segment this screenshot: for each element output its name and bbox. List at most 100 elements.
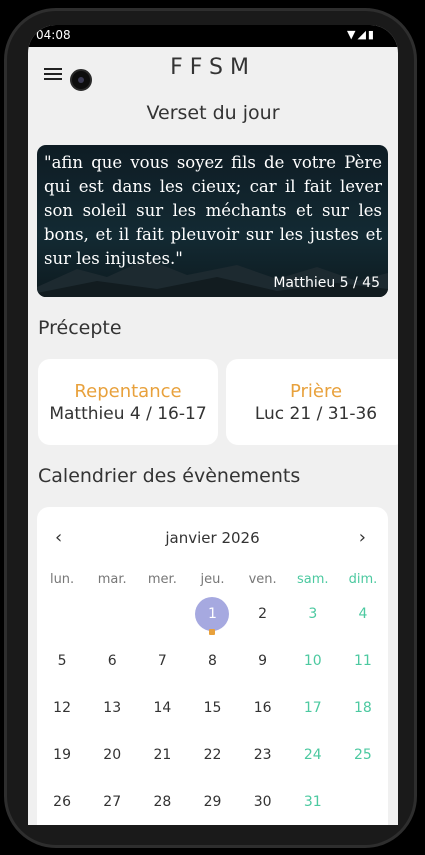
calendar-day[interactable]: 25: [338, 740, 388, 787]
calendar-widget: ‹ janvier 2026 › lun. mar. mer. jeu. ven. sam…: [37, 507, 388, 825]
calendar-weekday-row: lun. mar. mer. jeu. ven. sam. dim.: [37, 572, 388, 587]
calendar-day-number: 29: [203, 794, 222, 810]
calendar-month-label: janvier 2026: [165, 529, 260, 547]
precept-card[interactable]: Repentance Matthieu 4 / 16-17: [38, 359, 218, 445]
calendar-day[interactable]: 13: [87, 693, 137, 740]
calendar-day-number: 7: [157, 653, 167, 669]
calendar-day-number: 8: [208, 653, 217, 669]
verse-card[interactable]: "afin que vous soyez fils de votre Père …: [37, 145, 388, 297]
precept-card[interactable]: Prière Luc 21 / 31-36: [226, 359, 398, 445]
verse-section-title: Verset du jour: [146, 102, 280, 124]
calendar-day[interactable]: 15: [187, 693, 237, 740]
calendar-day[interactable]: 3: [288, 599, 338, 646]
calendar-day[interactable]: 4: [338, 599, 388, 646]
calendar-day-number: 6: [107, 653, 117, 669]
calendar-day[interactable]: 28: [137, 787, 187, 825]
calendar-day[interactable]: 5: [37, 646, 87, 693]
calendar-day-number: 19: [53, 747, 71, 763]
weekday-label: mar.: [97, 572, 127, 587]
weekday-label: ven.: [248, 572, 277, 587]
calendar-empty-cell: [87, 599, 137, 646]
weekday-label: sam.: [297, 572, 329, 587]
calendar-day-number: 11: [354, 653, 372, 669]
calendar-day-grid: 1 2 3 4 5 6 7 8 9 10 11 12 13 14 15 16 17 18 19 20 21 22 23 24 2…: [37, 597, 388, 825]
app-screen: 04:08 ▼◢▮ FFSM Verset du jour "afin que …: [28, 25, 398, 825]
calendar-day[interactable]: 22: [187, 740, 237, 787]
calendar-day-number: 24: [303, 747, 322, 763]
front-camera: [70, 69, 92, 91]
calendar-day[interactable]: 31: [288, 787, 338, 825]
calendar-day-number: 21: [153, 747, 172, 763]
precept-reference: Matthieu 4 / 16-17: [49, 404, 207, 424]
calendar-day[interactable]: 10: [288, 646, 338, 693]
calendar-week-row: 5 6 7 8 9 10 11: [37, 646, 388, 693]
calendar-day[interactable]: 1: [187, 597, 237, 646]
calendar-day-number: 4: [358, 606, 368, 622]
calendar-day-number: 18: [354, 700, 372, 716]
calendar-day[interactable]: 18: [338, 693, 388, 740]
precept-reference: Luc 21 / 31-36: [254, 404, 378, 424]
weekday-label: mer.: [147, 572, 177, 587]
calendar-day-number: 22: [203, 747, 222, 763]
calendar-day[interactable]: 7: [137, 646, 187, 693]
weekday-label: jeu.: [200, 572, 225, 587]
weekday-label: dim.: [348, 572, 378, 587]
calendar-day[interactable]: 17: [288, 693, 338, 740]
calendar-day-number: 23: [253, 747, 272, 763]
status-icons: ▼◢▮: [347, 28, 376, 41]
event-marker: [209, 629, 216, 635]
calendar-day-number: 15: [203, 700, 222, 716]
verse-text: "afin que vous soyez fils de votre Père …: [44, 153, 382, 268]
calendar-week-row: 1 2 3 4: [37, 597, 388, 646]
calendar-day-number: 9: [258, 653, 268, 669]
verse-reference: Matthieu 5 / 45: [273, 275, 380, 291]
calendar-day-number: 16: [253, 700, 272, 716]
precept-name: Prière: [289, 381, 343, 402]
calendar-week-row: 19 20 21 22 23 24 25: [37, 740, 388, 787]
calendar-day-number: 31: [303, 794, 322, 810]
calendar-day[interactable]: 8: [187, 646, 237, 693]
calendar-day-number: 12: [53, 700, 71, 716]
calendar-day-number: 27: [103, 794, 122, 810]
calendar-week-row: 12 13 14 15 16 17 18: [37, 693, 388, 740]
calendar-empty-cell: [338, 787, 388, 825]
calendar-section-title: Calendrier des évènements: [38, 465, 301, 487]
calendar-day[interactable]: 20: [87, 740, 137, 787]
calendar-day-number: 20: [103, 747, 122, 763]
calendar-day-number: 2: [258, 606, 268, 622]
calendar-day[interactable]: 6: [87, 646, 137, 693]
calendar-day[interactable]: 19: [37, 740, 87, 787]
weekday-label: lun.: [49, 572, 75, 587]
calendar-day[interactable]: 9: [238, 646, 288, 693]
calendar-day-number: 25: [354, 747, 372, 763]
calendar-empty-cell: [37, 599, 87, 646]
precept-name: Repentance: [74, 381, 182, 402]
precept-carousel[interactable]: Repentance Matthieu 4 / 16-17 Prière Luc…: [38, 359, 398, 447]
calendar-day[interactable]: 23: [238, 740, 288, 787]
calendar-header: ‹ janvier 2026 ›: [37, 527, 388, 548]
calendar-day-number: 1: [195, 597, 230, 631]
calendar-empty-cell: [137, 599, 187, 646]
calendar-day[interactable]: 16: [238, 693, 288, 740]
calendar-day[interactable]: 29: [187, 787, 237, 825]
calendar-day[interactable]: 21: [137, 740, 187, 787]
precept-section-title: Précepte: [38, 317, 122, 339]
calendar-day-number: 17: [303, 700, 322, 716]
calendar-day-number: 30: [253, 794, 272, 810]
calendar-day[interactable]: 26: [37, 787, 87, 825]
status-time: 04:08: [36, 28, 71, 42]
calendar-day-number: 3: [308, 606, 318, 622]
calendar-day[interactable]: 30: [238, 787, 288, 825]
calendar-day[interactable]: 11: [338, 646, 388, 693]
calendar-day[interactable]: 24: [288, 740, 338, 787]
calendar-day[interactable]: 2: [238, 599, 288, 646]
calendar-day-number: 26: [53, 794, 71, 810]
chevron-right-icon[interactable]: ›: [359, 527, 366, 548]
calendar-day[interactable]: 27: [87, 787, 137, 825]
calendar-day-number: 10: [303, 653, 322, 669]
calendar-day-number: 28: [153, 794, 172, 810]
calendar-week-row: 26 27 28 29 30 31: [37, 787, 388, 825]
calendar-day[interactable]: 12: [37, 693, 87, 740]
calendar-day[interactable]: 14: [137, 693, 187, 740]
status-bar: 04:08 ▼◢▮: [28, 25, 398, 47]
